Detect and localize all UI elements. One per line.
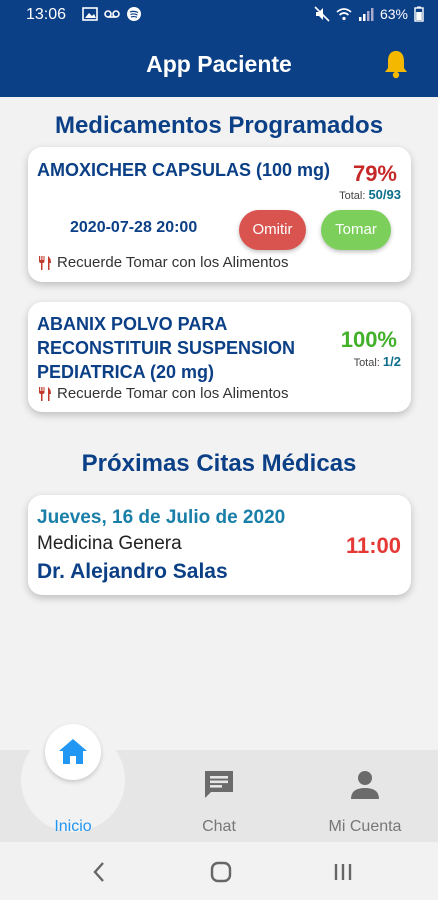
medication-note: Recuerde Tomar con los Alimentos bbox=[37, 254, 289, 271]
battery-percent: 63% bbox=[379, 6, 408, 22]
back-icon[interactable] bbox=[85, 858, 115, 886]
nav-item-mi-cuenta[interactable]: Mi Cuenta bbox=[292, 750, 438, 842]
nav-label-inicio: Inicio bbox=[54, 818, 92, 835]
appointments-section-title: Próximas Citas Médicas bbox=[81, 450, 357, 477]
appointment-specialty: Medicina Genera bbox=[37, 533, 182, 554]
medication-total: Total: 50/93 bbox=[339, 187, 401, 202]
medication-note-text: Recuerde Tomar con los Alimentos bbox=[57, 254, 289, 271]
app-bar: App Paciente bbox=[0, 31, 438, 97]
mute-icon bbox=[314, 6, 330, 22]
fork-knife-icon bbox=[39, 255, 51, 270]
medication-note: Recuerde Tomar con los Alimentos bbox=[37, 385, 289, 402]
total-value: 1/2 bbox=[382, 354, 401, 369]
appointment-time: 11:00 bbox=[345, 533, 401, 558]
medication-name: AMOXICHER CAPSULAS (100 mg) bbox=[37, 160, 331, 180]
medication-percent: 79% bbox=[352, 161, 397, 186]
app-title: App Paciente bbox=[146, 51, 292, 77]
image-icon bbox=[82, 7, 98, 21]
account-icon bbox=[351, 771, 379, 799]
battery-icon bbox=[414, 6, 424, 22]
recents-icon[interactable] bbox=[328, 858, 358, 886]
status-time: 13:06 bbox=[26, 6, 67, 23]
wifi-icon bbox=[336, 8, 352, 21]
spotify-icon bbox=[127, 7, 141, 21]
medication-percent: 100% bbox=[340, 327, 397, 352]
system-nav-bar bbox=[0, 842, 438, 900]
omit-button[interactable]: Omitir bbox=[239, 210, 306, 250]
voicemail-icon bbox=[104, 10, 120, 18]
medication-card[interactable]: ABANIX POLVO PARA RECONSTITUIR SUSPENSIO… bbox=[28, 302, 411, 412]
appointment-date: Jueves, 16 de Julio de 2020 bbox=[37, 507, 286, 528]
total-label: Total: bbox=[339, 190, 366, 202]
signal-icon bbox=[358, 8, 374, 21]
total-value: 50/93 bbox=[368, 187, 401, 202]
appointment-card[interactable]: Jueves, 16 de Julio de 2020 Medicina Gen… bbox=[28, 495, 411, 595]
nav-label-chat: Chat bbox=[202, 818, 236, 835]
appointment-doctor: Dr. Alejandro Salas bbox=[37, 560, 228, 583]
medication-datetime: 2020-07-28 20:00 bbox=[70, 219, 198, 236]
home-icon bbox=[59, 739, 87, 764]
status-bar: 13:06 63% bbox=[0, 0, 438, 31]
status-left-icons bbox=[82, 6, 142, 22]
medication-card[interactable]: AMOXICHER CAPSULAS (100 mg) 79% Total: 5… bbox=[28, 147, 411, 282]
fork-knife-icon bbox=[39, 386, 51, 401]
medication-total: Total: 1/2 bbox=[354, 354, 401, 369]
nav-item-chat[interactable]: Chat bbox=[146, 750, 292, 842]
take-button[interactable]: Tomar bbox=[321, 210, 391, 250]
chat-icon bbox=[205, 771, 233, 798]
medications-section-title: Medicamentos Programados bbox=[54, 112, 384, 139]
total-label: Total: bbox=[353, 357, 380, 369]
nav-home-circle[interactable] bbox=[45, 724, 101, 780]
nav-label-mi-cuenta: Mi Cuenta bbox=[328, 818, 402, 835]
medication-note-text: Recuerde Tomar con los Alimentos bbox=[57, 385, 289, 402]
medication-name: ABANIX POLVO PARA RECONSTITUIR SUSPENSIO… bbox=[37, 314, 296, 382]
home-circle-icon[interactable] bbox=[206, 858, 236, 886]
status-right-icons: 63% bbox=[314, 6, 424, 22]
bell-icon[interactable] bbox=[382, 49, 410, 79]
